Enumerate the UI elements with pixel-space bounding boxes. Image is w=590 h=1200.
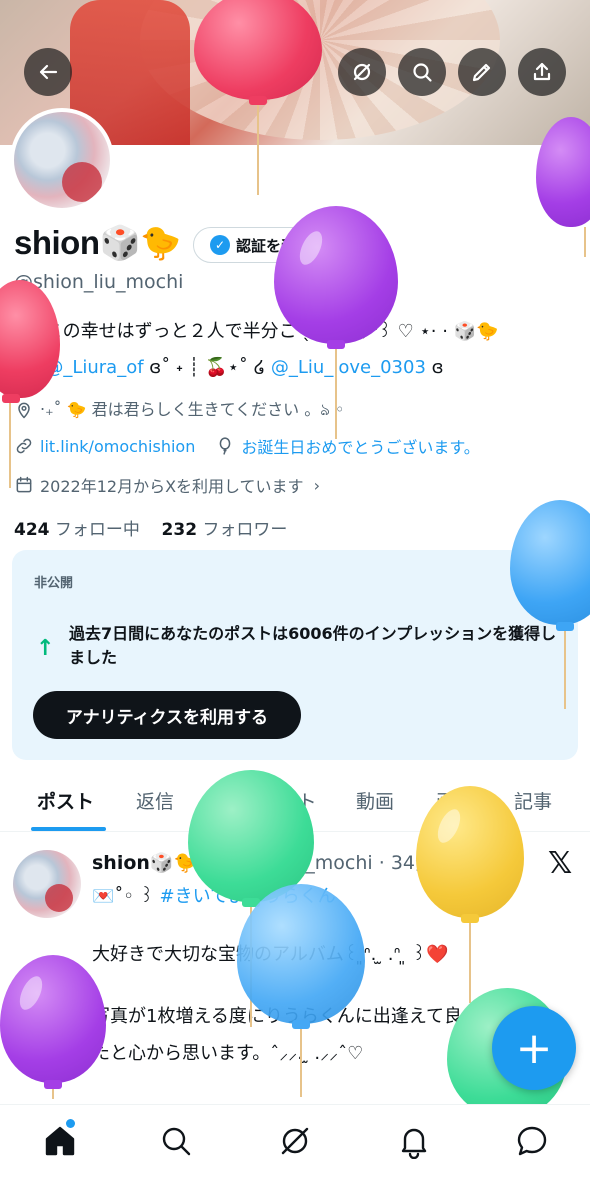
post-hashtag[interactable]: #きいてよりうらくん (160, 886, 336, 907)
nav-notifications[interactable] (396, 1123, 432, 1160)
bottom-navigation (0, 1104, 590, 1200)
post-author-handle[interactable]: @shion_liu_mochi (203, 852, 372, 874)
post-line-3: 写真が1枚増える度にりうらくんに出逢えて良かっ (92, 1006, 499, 1027)
bio-line-2: ໒꒱ @_Liura_of ɞ˚ ˖ ┊ 🍒⋆˚ ໒ @_Liu_love_03… (14, 355, 444, 381)
follow-stats: 424 フォロー中 232 フォロワー (14, 515, 287, 540)
bell-icon (401, 1128, 427, 1160)
back-button[interactable] (24, 48, 72, 96)
post-line-1: 💌˚◦ ꒱ #きいてよりうらくん (92, 884, 336, 910)
post-avatar[interactable] (13, 850, 81, 918)
profile-avatar[interactable] (10, 108, 114, 212)
following-link[interactable]: 424 フォロー中 (14, 520, 140, 540)
nav-home[interactable] (42, 1123, 78, 1159)
nav-search[interactable] (158, 1123, 194, 1159)
arrow-left-icon (39, 64, 58, 80)
pencil-icon (472, 63, 491, 82)
analytics-button[interactable]: アナリティクスを利用する (33, 691, 301, 739)
grok-icon (353, 63, 371, 81)
share-icon (533, 62, 551, 81)
arrow-up-icon: ↑ (36, 636, 55, 661)
link-icon (16, 438, 32, 454)
followers-link[interactable]: 232 フォロワー (162, 520, 288, 540)
verified-check-icon: ✓ (210, 235, 230, 255)
balloon-decoration (237, 884, 365, 1100)
edit-button[interactable] (458, 48, 506, 96)
bio-mid: ɞ˚ ˖ ┊ 🍒⋆˚ ໒ (143, 357, 271, 378)
bio-suffix: ɞ (425, 357, 444, 378)
tab-posts[interactable]: ポスト (37, 787, 94, 814)
chevron-right-icon: › (313, 475, 320, 495)
location-row: ‧₊˚ 🐤 君は君らしく生きてください 。ঌ ◦ (14, 396, 344, 424)
tab-articles[interactable]: 記事 (514, 787, 552, 814)
message-icon (517, 1126, 547, 1156)
bio-line-1: ꒰ঌ この幸せはずっと２人で半分こ ˎˊ˗ ꒰ᐢ⸝⸝ᐢ꒱ ♡ ⋆· · 🎲🐤 (14, 321, 499, 342)
verify-button[interactable]: ✓ 認証を受ける (193, 227, 366, 263)
post-header: shion🎲🐤 @shion_liu_mochi · 34分 (92, 848, 434, 875)
compose-post-button[interactable]: + (492, 1006, 576, 1090)
following-count: 424 (14, 520, 50, 540)
tab-highlights[interactable]: ハイライト (222, 787, 317, 814)
joined-text: 2022年12月からXを利用しています (40, 477, 304, 496)
website-link[interactable]: lit.link/omochishion (40, 437, 195, 456)
calendar-icon (16, 476, 32, 493)
nav-messages[interactable] (514, 1123, 550, 1159)
share-button[interactable] (518, 48, 566, 96)
grok-button[interactable] (338, 48, 386, 96)
location-text: ‧₊˚ 🐤 君は君らしく生きてください 。ঌ ◦ (40, 400, 345, 419)
profile-tabs: ポスト 返信 ハイライト 動画 画像 記事 (0, 776, 590, 832)
bio-mention-link[interactable]: @_Liura_of (45, 357, 143, 378)
tab-images[interactable]: 画像 (436, 787, 474, 814)
post-time: · 34分 (378, 852, 434, 874)
birthday-text[interactable]: お誕生日おめでとうございます。 (241, 434, 479, 458)
search-button[interactable] (398, 48, 446, 96)
post-line-2: 大好きで大切な宝物のアルバム꒰ ͈ᐢ. ̫ .ᐢ ͈ ꒱❤️ (92, 944, 449, 965)
post-line-4: たと心から思います。ˆ⸝⸝. ̫ .⸝⸝ˆ♡ (92, 1043, 364, 1064)
home-notification-dot (66, 1119, 75, 1128)
post-author-name[interactable]: shion🎲🐤 (92, 852, 197, 874)
close-icon[interactable]: ✕ (538, 568, 556, 593)
balloon-decoration (0, 955, 106, 1100)
bio-prefix: ໒꒱ (14, 357, 46, 378)
home-icon (45, 1126, 75, 1156)
verify-label: 認証を受ける (236, 236, 327, 255)
post-line-1-prefix: 💌˚◦ ꒱ (92, 886, 160, 907)
balloon-decoration (0, 280, 60, 490)
following-label: フォロー中 (54, 520, 140, 540)
display-name: shion🎲🐤 (14, 224, 181, 261)
followers-count: 232 (161, 520, 198, 540)
impressions-message: 過去7日間にあなたのポストは6006件のインプレッションを獲得しました (69, 624, 557, 667)
card-private-label: 非公開 (34, 576, 74, 591)
banner-umbrella (140, 0, 500, 140)
balloon-icon (220, 437, 231, 455)
bio-mention-link[interactable]: @_Liu_love_0303 (271, 357, 426, 378)
analytics-card: 非公開 ✕ ↑ 過去7日間にあなたのポストは6006件のインプレッションを獲得し… (12, 550, 578, 760)
nav-grok[interactable] (277, 1123, 313, 1159)
search-icon (162, 1127, 191, 1156)
profile-handle: @shion_liu_mochi (14, 271, 184, 293)
tab-videos[interactable]: 動画 (356, 787, 394, 814)
x-logo-icon: 𝕏 (548, 846, 573, 881)
tab-replies[interactable]: 返信 (136, 787, 174, 814)
search-icon (413, 63, 432, 82)
followers-label: フォロワー (202, 520, 288, 540)
active-tab-indicator (31, 827, 106, 831)
grok-icon (281, 1127, 309, 1155)
joined-row[interactable]: 2022年12月からXを利用しています › (14, 473, 320, 497)
website-birthday-row: lit.link/omochishion お誕生日おめでとうございます。 (14, 434, 480, 458)
location-pin-icon (18, 402, 30, 419)
